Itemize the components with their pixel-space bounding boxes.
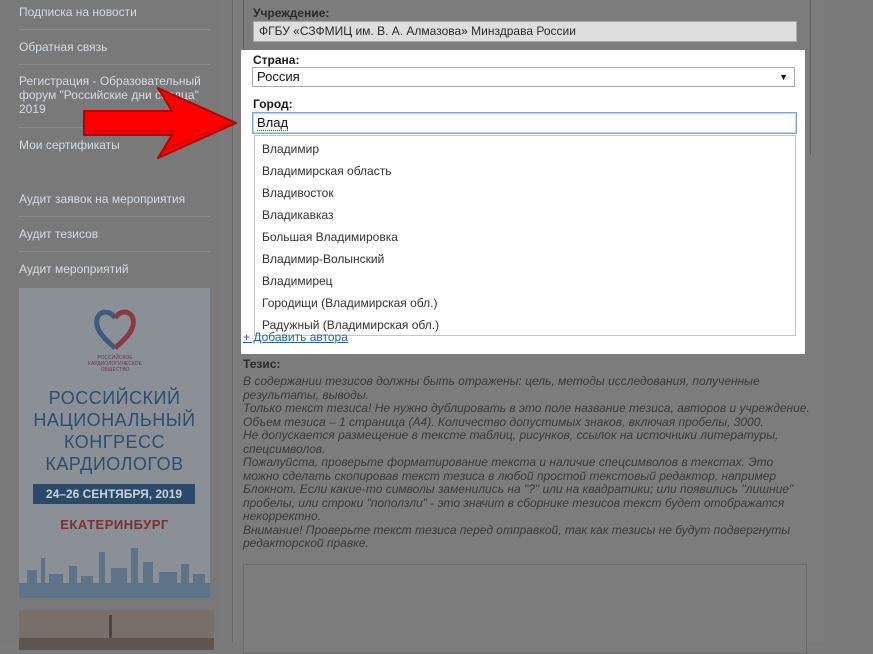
sidebar-item-feedback[interactable]: Обратная связь bbox=[19, 40, 210, 54]
sidebar-divider bbox=[19, 64, 210, 65]
city-autocomplete-list: Владимир Владимирская область Владивосто… bbox=[254, 135, 796, 336]
country-select[interactable]: Россия ▼ bbox=[252, 67, 795, 87]
heart-logo-icon bbox=[94, 309, 136, 350]
autocomplete-option[interactable]: Городищи (Владимирская обл.) bbox=[262, 296, 437, 310]
country-label: Страна: bbox=[253, 53, 300, 67]
autocomplete-option[interactable]: Владивосток bbox=[262, 186, 334, 200]
page-right-margin bbox=[824, 0, 873, 642]
autocomplete-option[interactable]: Владимир bbox=[262, 142, 319, 156]
autocomplete-option[interactable]: Владикавказ bbox=[262, 208, 334, 222]
thesis-label: Тезис: bbox=[243, 357, 281, 371]
congress-banner[interactable]: РОССИЙСКОЕ КАРДИОЛОГИЧЕСКОЕ ОБЩЕСТВО РОС… bbox=[19, 288, 210, 598]
sidebar-divider bbox=[19, 251, 210, 252]
banner-title: РОССИЙСКИЙ НАЦИОНАЛЬНЫЙ КОНГРЕСС КАРДИОЛ… bbox=[33, 388, 196, 474]
city-input-value: Влад bbox=[257, 115, 289, 131]
sidebar-item-audit-theses[interactable]: Аудит тезисов bbox=[19, 227, 210, 241]
city-photo-icon bbox=[19, 610, 214, 650]
city-label: Город: bbox=[253, 97, 293, 111]
sidebar-item-audit-applications[interactable]: Аудит заявок на мероприятия bbox=[19, 192, 210, 206]
banner-dates: 24–26 СЕНТЯБРЯ, 2019 bbox=[33, 484, 195, 504]
city-input[interactable]: Влад bbox=[252, 112, 797, 134]
sidebar-divider bbox=[19, 29, 210, 30]
autocomplete-option[interactable]: Владимир-Волынский bbox=[262, 252, 384, 266]
sidebar-item-audit-events[interactable]: Аудит мероприятий bbox=[19, 262, 210, 276]
country-select-value: Россия bbox=[257, 69, 300, 84]
sidebar-divider bbox=[19, 216, 210, 217]
banner-society-name: РОССИЙСКОЕ КАРДИОЛОГИЧЕСКОЕ ОБЩЕСТВО bbox=[88, 355, 142, 373]
dropdown-arrow-icon: ▼ bbox=[779, 72, 788, 82]
thesis-instructions: В содержании тезисов должны быть отражен… bbox=[243, 374, 810, 550]
autocomplete-option[interactable]: Владимирская область bbox=[262, 164, 391, 178]
sidebar-item-news-subscription[interactable]: Подписка на новости bbox=[19, 5, 210, 19]
autocomplete-option[interactable]: Владимирец bbox=[262, 274, 333, 288]
add-author-link[interactable]: + Добавить автора bbox=[243, 330, 348, 344]
city-skyline-icon bbox=[19, 548, 210, 598]
autocomplete-option[interactable]: Большая Владимировка bbox=[262, 230, 398, 244]
annotation-arrow-icon bbox=[83, 87, 237, 159]
thesis-textarea[interactable] bbox=[243, 564, 807, 654]
institution-label: Учреждение: bbox=[253, 6, 330, 20]
institution-field[interactable]: ФГБУ «СЗФМИЦ им. В. А. Алмазова» Минздра… bbox=[253, 21, 797, 42]
secondary-banner[interactable] bbox=[19, 610, 214, 650]
